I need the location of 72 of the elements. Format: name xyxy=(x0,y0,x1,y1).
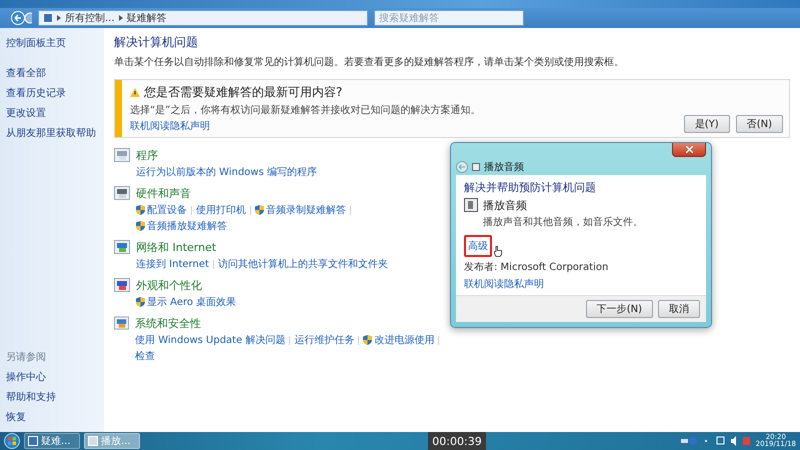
address-bar[interactable]: 所有控制... 疑难解答 xyxy=(38,10,368,26)
banner-button[interactable]: 否(N) xyxy=(736,115,783,133)
sidebar-link[interactable]: 恢复 xyxy=(6,410,98,424)
shield-icon xyxy=(363,335,372,345)
task-link[interactable]: 使用 Windows Update 解决问题 xyxy=(135,333,286,347)
page-title: 解决计算机问题 xyxy=(114,34,199,51)
speaker-icon xyxy=(464,198,478,212)
publisher-text: 发布者: Microsoft Corporation xyxy=(464,260,610,274)
task-link[interactable]: 配置设备 xyxy=(146,203,187,217)
advanced-link[interactable]: 高级 xyxy=(464,235,492,257)
sidebar-link[interactable]: 操作中心 xyxy=(6,370,98,384)
breadcrumb-item[interactable]: 所有控制... xyxy=(65,11,115,25)
task-link[interactable]: 音频播放疑难解答 xyxy=(146,219,227,233)
page-description: 单击某个任务以自动排除和修复常见的计算机问题。若要查看更多的疑难解答程序，请单击某个类别或使用搜索框。 xyxy=(114,56,625,69)
privacy-link[interactable]: 联机阅读隐私声明 xyxy=(130,119,676,133)
programs-category-icon xyxy=(114,148,130,162)
hardware-category-icon xyxy=(114,186,130,200)
shield-icon xyxy=(136,297,145,307)
sidebar-link[interactable]: 更改设置 xyxy=(6,106,98,120)
breadcrumb-item[interactable]: 疑难解答 xyxy=(126,11,167,25)
category-title[interactable]: 系统和安全性 xyxy=(135,316,444,331)
breadcrumb-arrow-icon xyxy=(57,15,61,21)
shield-icon xyxy=(254,205,264,215)
troubleshooter-icon xyxy=(472,162,480,171)
close-button[interactable] xyxy=(672,143,706,157)
dialog-button[interactable]: 取消 xyxy=(658,300,700,318)
task-link[interactable]: 连接到 Internet xyxy=(136,257,209,271)
start-orb-icon[interactable] xyxy=(4,433,20,449)
warning-stripe xyxy=(115,80,122,137)
item-title: 播放音频 xyxy=(483,198,528,213)
category-title[interactable]: 网络和 Internet xyxy=(136,240,388,255)
banner-button[interactable]: 是(Y) xyxy=(684,115,730,133)
banner-title: 您是否需要疑难解答的最新可用内容? xyxy=(144,84,342,101)
shield-icon xyxy=(136,221,145,231)
control-panel-icon xyxy=(43,13,53,23)
category-title[interactable]: 程序 xyxy=(136,148,317,163)
breadcrumb-arrow-icon xyxy=(118,15,123,21)
task-link[interactable]: 使用打印机 xyxy=(196,203,246,217)
category-title[interactable]: 硬件和声音 xyxy=(136,186,444,201)
close-icon xyxy=(686,146,692,153)
dialog-heading: 解决并帮助预防计算机问题 xyxy=(464,180,597,195)
dialog-title: 播放音频 xyxy=(484,160,524,174)
sidebar-link[interactable]: 帮助和支持 xyxy=(6,390,98,404)
sidebar-link[interactable]: 控制面板主页 xyxy=(6,36,98,50)
sidebar-link[interactable]: 从朋友那里获取帮助 xyxy=(6,126,98,140)
network-category-icon xyxy=(114,240,130,254)
hand-cursor-icon xyxy=(494,246,502,257)
task-link[interactable]: 显示 Aero 桌面效果 xyxy=(147,295,236,309)
window-icon xyxy=(88,436,98,446)
task-link[interactable]: 改进电源使用 xyxy=(374,333,434,347)
task-link[interactable]: 检查 xyxy=(135,349,156,363)
dialog-button[interactable]: 下一步(N) xyxy=(586,300,653,318)
task-link[interactable]: 访问其他计算机上的共享文件和文件夹 xyxy=(218,257,388,271)
task-link[interactable]: 音频录制疑难解答 xyxy=(266,203,346,217)
banner-text: 选择“是”之后，你将有权访问最新疑难解答并接收对已知问题的解决方案通知。 xyxy=(130,104,482,117)
search-field[interactable]: 搜索疑难解答 xyxy=(374,10,524,26)
recording-timer: 00:00:39 xyxy=(428,432,486,450)
window-icon xyxy=(28,436,38,446)
task-link[interactable]: 运行为以前版本的 Windows 编写的程序 xyxy=(136,165,317,179)
item-description: 播放声音和其他音频，如音乐文件。 xyxy=(483,216,643,229)
security-category-icon xyxy=(114,316,130,330)
taskbar-item[interactable]: 疑难... xyxy=(24,433,80,449)
sidebar-link[interactable]: 查看历史记录 xyxy=(6,86,98,100)
shield-icon xyxy=(136,205,145,215)
sidebar-link[interactable]: 查看全部 xyxy=(6,66,98,80)
tray-icons-drawing xyxy=(680,436,751,446)
sidebar-heading: 另请参阅 xyxy=(6,350,47,364)
task-link[interactable]: 运行维护任务 xyxy=(294,333,354,347)
warning-icon xyxy=(130,88,140,97)
category-title[interactable]: 外观和个性化 xyxy=(136,278,236,293)
privacy-link[interactable]: 联机阅读隐私声明 xyxy=(464,277,698,291)
appearance-category-icon xyxy=(114,278,130,292)
